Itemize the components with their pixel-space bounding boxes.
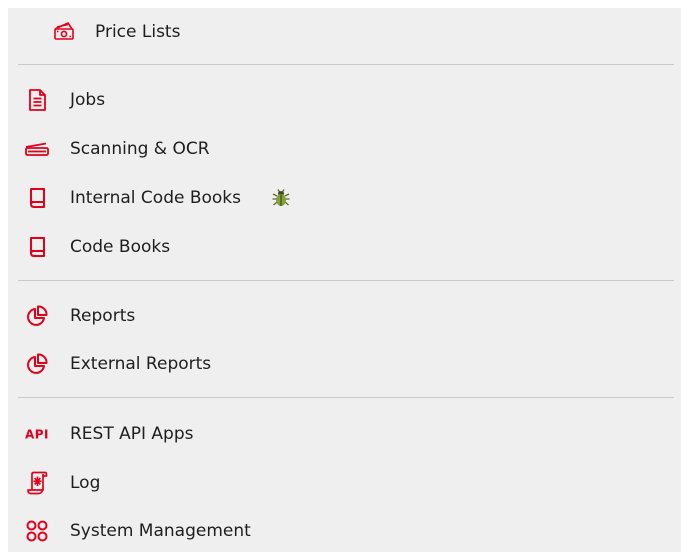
menu-item-price-lists[interactable]: Price Lists [8, 12, 681, 52]
api-icon: API [25, 428, 49, 442]
menu-item-label: Jobs [70, 90, 106, 110]
pie-chart-icon [27, 353, 48, 374]
menu-item-label: System Management [70, 521, 251, 541]
divider [18, 64, 674, 65]
menu-item-label: Reports [70, 306, 136, 326]
menu-item-label: Code Books [70, 237, 171, 257]
pie-chart-icon [27, 305, 48, 326]
menu-item-label: External Reports [70, 354, 212, 374]
menu-item-label: Log [70, 473, 101, 493]
log-scroll-icon [27, 471, 48, 495]
grid-apps-icon [26, 520, 48, 542]
menu-item-system-management[interactable]: System Management [8, 511, 681, 551]
divider [18, 397, 674, 398]
menu-item-reports[interactable]: Reports [8, 296, 681, 336]
divider [18, 280, 674, 281]
bug-icon [272, 189, 290, 206]
menu-item-label: Scanning & OCR [70, 139, 210, 159]
menu-item-internal-code-books[interactable]: Internal Code Books [8, 178, 681, 218]
menu-item-label: Price Lists [95, 22, 181, 42]
document-icon [29, 89, 46, 111]
menu-item-external-reports[interactable]: External Reports [8, 344, 681, 384]
api-icon-text: API [25, 428, 49, 442]
menu-item-log[interactable]: Log [8, 463, 681, 503]
menu-item-jobs[interactable]: Jobs [8, 80, 681, 120]
menu-item-label: Internal Code Books [70, 188, 242, 208]
menu-item-label: REST API Apps [70, 424, 194, 444]
menu-item-code-books[interactable]: Code Books [8, 227, 681, 267]
book-icon [30, 188, 45, 208]
scanner-icon [25, 142, 49, 156]
menu-item-scanning-ocr[interactable]: Scanning & OCR [8, 129, 681, 169]
money-icon [54, 22, 74, 40]
navigation-menu: Price Lists Jobs Scanning & OCR Internal… [8, 8, 681, 552]
menu-item-rest-api-apps[interactable]: API REST API Apps [8, 414, 681, 454]
book-icon [30, 237, 45, 257]
